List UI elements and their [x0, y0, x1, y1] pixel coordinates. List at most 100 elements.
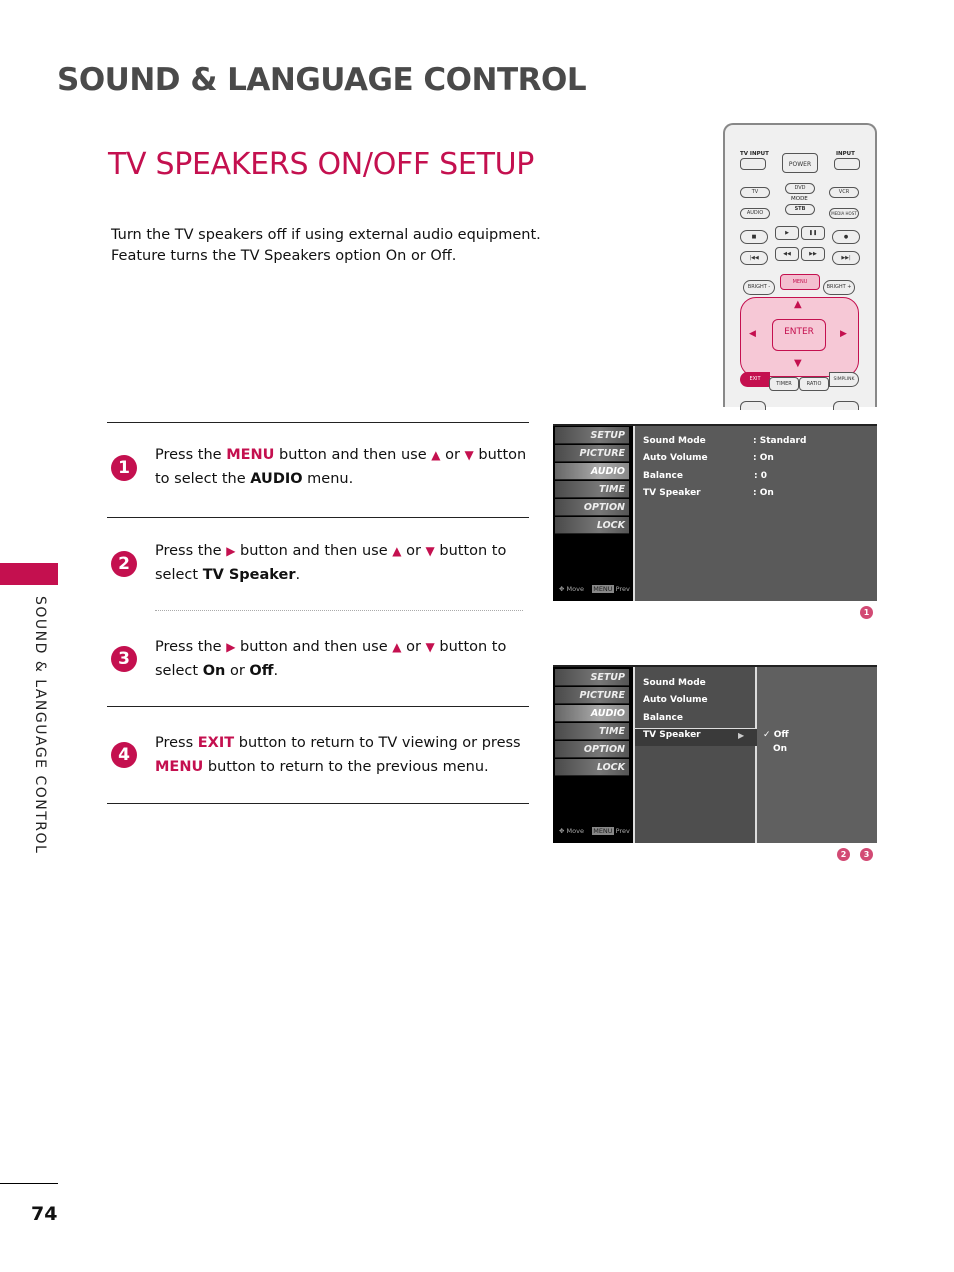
step-divider — [107, 706, 529, 707]
step-number-badge: 4 — [111, 742, 137, 768]
step-divider — [107, 422, 529, 423]
remote-simplink-button: SIMPLINK — [829, 372, 859, 387]
remote-up-arrow-icon: ▲ — [794, 299, 802, 310]
down-arrow-icon: ▼ — [464, 448, 474, 462]
move-icon: ✥ — [559, 827, 567, 835]
submenu-arrow-icon: ▶ — [738, 731, 745, 740]
intro-line-2: Feature turns the TV Speakers option On … — [111, 248, 457, 264]
remote-audio-button: AUDIO — [740, 208, 770, 219]
tv-menu-item-lock: LOCK — [555, 517, 629, 534]
remote-tv-button: TV — [740, 187, 770, 198]
tv-row-value: : 0 — [754, 471, 767, 481]
menu-button-ref: MENU — [155, 759, 204, 775]
page-number-rule — [0, 1183, 58, 1184]
step-number-badge: 3 — [111, 646, 137, 672]
remote-enter-button: ENTER — [772, 319, 826, 351]
remote-control-illustration: TV INPUT POWER INPUT TV DVD VCR MODE AUD… — [723, 123, 877, 410]
remote-mode-label: MODE — [791, 196, 808, 202]
remote-bottom-right-button — [833, 401, 859, 410]
tv-menu-footer: ✥ Move MENU Prev — [559, 827, 630, 835]
tv-menu-item-picture: PICTURE — [555, 687, 629, 704]
remote-power-button: POWER — [782, 153, 818, 173]
option-on: On — [773, 744, 788, 754]
page-title: TV SPEAKERS ON/OFF SETUP — [108, 147, 535, 182]
step-divider — [107, 803, 529, 804]
tv-menu-item-audio: AUDIO — [555, 705, 629, 722]
step-number-badge: 1 — [111, 455, 137, 481]
section-title: SOUND & LANGUAGE CONTROL — [57, 62, 587, 98]
step-number-badge: 2 — [111, 551, 137, 577]
tv-menu-item-picture: PICTURE — [555, 445, 629, 462]
remote-menu-button: MENU — [780, 274, 820, 290]
tv-row-label: Sound Mode — [643, 436, 706, 446]
tv-menu-item-option: OPTION — [555, 741, 629, 758]
tv-main-menu: SETUP PICTURE AUDIO TIME OPTION LOCK ✥ M… — [553, 667, 635, 843]
tv-menu-item-lock: LOCK — [555, 759, 629, 776]
remote-stb-button: STB — [785, 204, 815, 215]
tv-row-value: : Standard — [753, 436, 807, 446]
remote-ratio-button: RATIO — [799, 377, 829, 391]
side-tab-label: SOUND & LANGUAGE CONTROL — [32, 596, 48, 855]
tv-row-value: : On — [753, 488, 774, 498]
tv-audio-submenu — [635, 667, 755, 843]
remote-down-arrow-icon: ▼ — [794, 358, 802, 369]
tv-main-menu: SETUP PICTURE AUDIO TIME OPTION LOCK ✥ M… — [553, 426, 635, 601]
tv-row-label: Balance — [643, 471, 683, 481]
remote-input-label: INPUT — [836, 151, 855, 157]
option-off: ✓ Off — [763, 730, 789, 740]
tv-row-label: Sound Mode — [643, 678, 706, 688]
tv-options-panel — [757, 667, 877, 843]
remote-fast-forward-button: ▶▶ — [801, 247, 825, 261]
move-icon: ✥ — [559, 585, 567, 593]
remote-tv-input-label: TV INPUT — [740, 151, 769, 157]
remote-tv-input-button — [740, 158, 766, 170]
remote-left-arrow-icon: ◀ — [749, 329, 756, 339]
check-icon: ✓ — [763, 730, 771, 740]
tv-menu-item-setup: SETUP — [555, 669, 629, 686]
tv-menu-item-audio: AUDIO — [555, 463, 629, 480]
remote-rewind-button: ◀◀ — [775, 247, 799, 261]
screen-step-badge: 1 — [860, 606, 873, 619]
step-3-text: Press the ▶ button and then use ▲ or ▼ b… — [155, 639, 507, 679]
page-number: 74 — [31, 1203, 58, 1225]
tv-row-value: : On — [753, 453, 774, 463]
step-divider-dotted — [155, 610, 523, 611]
step-1-text: Press the MENU button and then use ▲ or … — [155, 447, 527, 487]
side-tab-marker — [0, 563, 58, 585]
remote-skip-forward-button: ▶▶| — [832, 251, 860, 265]
tv-screen-tv-speaker-submenu: SETUP PICTURE AUDIO TIME OPTION LOCK ✥ M… — [553, 665, 877, 843]
intro-text: Turn the TV speakers off if using extern… — [111, 225, 541, 267]
tv-menu-item-time: TIME — [555, 481, 629, 498]
remote-bright-plus-button: BRIGHT + — [823, 280, 855, 295]
remote-exit-button: EXIT — [740, 372, 770, 387]
step-2-text: Press the ▶ button and then use ▲ or ▼ b… — [155, 543, 507, 583]
menu-button-ref: MENU — [226, 447, 275, 463]
tv-menu-footer: ✥ Move MENU Prev — [559, 585, 630, 593]
remote-pause-button: ❚❚ — [801, 226, 825, 240]
intro-line-1: Turn the TV speakers off if using extern… — [111, 227, 541, 243]
remote-skip-back-button: |◀◀ — [740, 251, 768, 265]
remote-timer-button: TIMER — [769, 377, 799, 391]
tv-menu-item-time: TIME — [555, 723, 629, 740]
remote-stop-button: ■ — [740, 230, 768, 244]
remote-vcr-button: VCR — [829, 187, 859, 198]
tv-screen-audio-menu: SETUP PICTURE AUDIO TIME OPTION LOCK ✥ M… — [553, 424, 877, 601]
tv-row-label-selected: TV Speaker — [643, 730, 701, 740]
tv-menu-item-option: OPTION — [555, 499, 629, 516]
remote-bright-minus-button: BRIGHT - — [743, 280, 775, 295]
down-arrow-icon: ▼ — [425, 640, 435, 654]
remote-media-host-button: MEDIA HOST — [829, 208, 859, 219]
tv-row-label: Balance — [643, 713, 683, 723]
remote-record-button: ● — [832, 230, 860, 244]
tv-row-label: Auto Volume — [643, 453, 708, 463]
remote-right-arrow-icon: ▶ — [840, 329, 847, 339]
tv-menu-item-setup: SETUP — [555, 427, 629, 444]
tv-row-label: Auto Volume — [643, 695, 708, 705]
down-arrow-icon: ▼ — [425, 544, 435, 558]
step-4-text: Press EXIT button to return to TV viewin… — [155, 735, 521, 775]
remote-bottom-left-button — [740, 401, 766, 410]
tv-row-label: TV Speaker — [643, 488, 701, 498]
remote-input-button — [834, 158, 860, 170]
step-divider — [107, 517, 529, 518]
remote-play-button: ▶ — [775, 226, 799, 240]
